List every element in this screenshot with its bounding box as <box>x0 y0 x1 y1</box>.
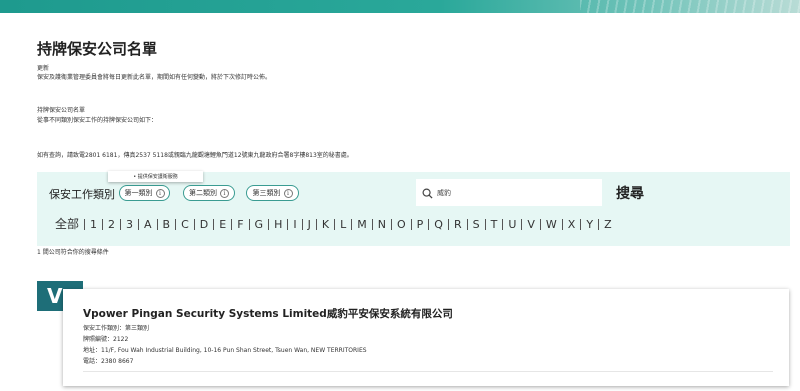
category-3-label: 第三類別 <box>252 189 281 197</box>
alpha-x[interactable]: X <box>561 218 581 230</box>
search-value: 威豹 <box>437 189 451 197</box>
alpha-all[interactable]: 全部 <box>55 218 84 230</box>
search-panel: 保安工作類別 第一類別 i • 提供保安護衛服務 第二類別 i 第三類別 i 威… <box>37 171 790 246</box>
category-2-button[interactable]: 第二類別 i <box>183 185 235 201</box>
alpha-d[interactable]: D <box>193 218 213 230</box>
alpha-j[interactable]: J <box>301 218 316 230</box>
alpha-l[interactable]: L <box>334 218 351 230</box>
alpha-g[interactable]: G <box>248 218 269 230</box>
alpha-3[interactable]: 3 <box>120 218 138 230</box>
alpha-m[interactable]: M <box>351 218 372 230</box>
category-1-button[interactable]: 第一類別 i <box>119 185 170 201</box>
company-licence: 牌照編號：2122 <box>83 336 129 343</box>
category-label: 保安工作類別 <box>49 188 115 201</box>
search-input[interactable]: 威豹 <box>416 179 602 206</box>
alpha-p[interactable]: P <box>410 218 429 230</box>
company-name[interactable]: Vpower Pingan Security Systems Limited威豹… <box>83 306 453 321</box>
company-address: 地址：11/F, Fou Wah Industrial Building, 10… <box>83 347 367 354</box>
alpha-b[interactable]: B <box>156 218 176 230</box>
alpha-a[interactable]: A <box>138 218 157 230</box>
list-text: 從事不同類別保安工作的持牌保安公司如下： <box>37 117 158 124</box>
results-count: 1 間公司符合你的搜尋條件 <box>37 249 109 256</box>
alpha-1[interactable]: 1 <box>84 218 102 230</box>
enquiry-text: 如有查詢，請致電2801 6181，傳真2537 5118或親臨九龍觀塘鯉魚門道… <box>37 152 353 159</box>
alpha-c[interactable]: C <box>175 218 194 230</box>
banner-pattern <box>580 0 800 13</box>
search-button[interactable]: 搜尋 <box>616 183 644 203</box>
alpha-u[interactable]: U <box>502 218 521 230</box>
company-phone: 電話：2380 8667 <box>83 358 134 365</box>
card-divider <box>83 371 773 372</box>
alpha-v[interactable]: V <box>521 218 540 230</box>
company-category: 保安工作類別：第三類別 <box>83 325 150 332</box>
search-icon <box>422 188 433 199</box>
category-3-button[interactable]: 第三類別 i <box>246 185 299 201</box>
alpha-2[interactable]: 2 <box>102 218 120 230</box>
alpha-k[interactable]: K <box>315 218 334 230</box>
alpha-f[interactable]: F <box>231 218 248 230</box>
alpha-z[interactable]: Z <box>598 218 617 230</box>
alpha-n[interactable]: N <box>371 218 391 230</box>
alpha-q[interactable]: Q <box>428 218 448 230</box>
header-banner <box>0 0 800 13</box>
alpha-s[interactable]: S <box>466 218 485 230</box>
alpha-i[interactable]: I <box>287 218 301 230</box>
info-icon[interactable]: i <box>283 188 293 198</box>
info-icon[interactable]: i <box>155 188 165 198</box>
alpha-y[interactable]: Y <box>580 218 598 230</box>
page-title: 持牌保安公司名單 <box>37 40 158 58</box>
alpha-h[interactable]: H <box>268 218 287 230</box>
alpha-e[interactable]: E <box>213 218 231 230</box>
alpha-r[interactable]: R <box>447 218 467 230</box>
alpha-t[interactable]: T <box>484 218 503 230</box>
alpha-o[interactable]: O <box>390 218 411 230</box>
company-card[interactable]: Vpower Pingan Security Systems Limited威豹… <box>63 289 789 386</box>
info-icon[interactable]: i <box>220 188 229 198</box>
update-heading: 更新 <box>37 65 50 72</box>
alpha-w[interactable]: W <box>539 218 562 230</box>
update-text: 保安及護衛業管理委員會將每日更新此名單，期間如有任何變動，將於下次修訂時公佈。 <box>37 74 272 81</box>
category-1-label: 第一類別 <box>124 189 153 197</box>
alphabet-filter: 全部 1 2 3 A B C D E F G H I J K L M N O P… <box>55 216 617 232</box>
category-2-label: 第二類別 <box>189 189 217 197</box>
category-tooltip: • 提供保安護衛服務 <box>108 171 203 182</box>
list-heading: 持牌保安公司名單 <box>37 107 86 114</box>
